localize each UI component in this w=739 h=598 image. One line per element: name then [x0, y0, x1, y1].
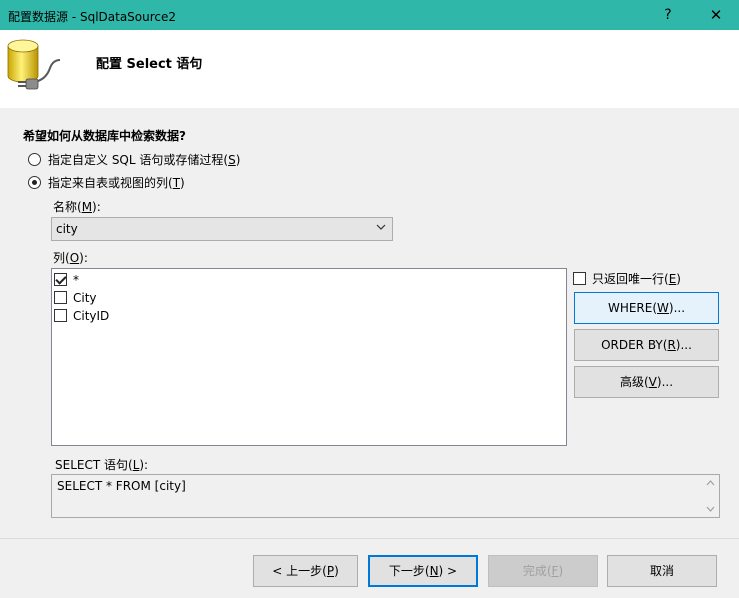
prev-button[interactable]: < 上一步(P)	[253, 555, 358, 587]
cancel-button[interactable]: 取消	[607, 555, 717, 587]
question-label: 希望如何从数据库中检索数据?	[23, 129, 186, 143]
chevron-down-icon	[376, 224, 386, 230]
order-by-button[interactable]: ORDER BY(R)...	[574, 329, 719, 361]
close-button[interactable]: ✕	[694, 0, 738, 30]
table-name-dropdown[interactable]: city	[51, 217, 393, 241]
sql-statement-box[interactable]: SELECT * FROM [city]	[51, 474, 720, 518]
wizard-footer: < 上一步(P) 下一步(N) > 完成(F) 取消	[0, 538, 739, 598]
next-button[interactable]: 下一步(N) >	[368, 555, 478, 587]
finish-button[interactable]: 完成(F)	[488, 555, 598, 587]
list-item[interactable]: CityID	[54, 307, 109, 324]
advanced-button[interactable]: 高级(V)...	[574, 366, 719, 398]
column-checkbox[interactable]	[54, 273, 67, 286]
database-plug-icon	[7, 39, 61, 90]
scroll-up-icon[interactable]	[706, 480, 715, 486]
sql-statement-text: SELECT * FROM [city]	[57, 479, 186, 493]
sql-scrollbar[interactable]	[702, 475, 719, 517]
sql-label: SELECT 语句(L):	[55, 458, 149, 472]
radio-table-columns[interactable]: 指定来自表或视图的列(T)	[28, 173, 185, 191]
unique-rows-checkbox[interactable]	[573, 272, 586, 285]
table-name-value: city	[56, 222, 78, 236]
list-item[interactable]: City	[54, 289, 97, 306]
radio-table-columns-label: 指定来自表或视图的列(T)	[48, 175, 185, 190]
column-label: CityID	[73, 308, 110, 323]
title-bar: 配置数据源 - SqlDataSource2 ? ✕	[0, 0, 739, 30]
columns-label: 列(O):	[53, 251, 88, 265]
where-button[interactable]: WHERE(W)...	[574, 292, 719, 324]
radio-custom-sql-label: 指定自定义 SQL 语句或存储过程(S)	[48, 152, 241, 167]
unique-rows-checkbox-row[interactable]: 只返回唯一行(E)	[573, 270, 681, 287]
page-title: 配置 Select 语句	[96, 57, 203, 72]
column-label: City	[73, 290, 97, 305]
columns-list[interactable]: * City CityID	[51, 268, 567, 446]
column-checkbox[interactable]	[54, 309, 67, 322]
name-label: 名称(M):	[53, 200, 101, 214]
wizard-body: 希望如何从数据库中检索数据? 指定自定义 SQL 语句或存储过程(S) 指定来自…	[0, 108, 739, 538]
column-checkbox[interactable]	[54, 291, 67, 304]
help-button[interactable]: ?	[646, 0, 690, 30]
list-item[interactable]: *	[54, 271, 79, 288]
window-title: 配置数据源 - SqlDataSource2	[8, 10, 177, 24]
radio-custom-sql[interactable]: 指定自定义 SQL 语句或存储过程(S)	[28, 150, 240, 168]
radio-table-columns-circle[interactable]	[28, 175, 41, 189]
unique-rows-label: 只返回唯一行(E)	[592, 272, 681, 286]
radio-custom-sql-circle[interactable]	[28, 152, 41, 166]
column-label: *	[73, 272, 79, 287]
wizard-header: 配置 Select 语句	[0, 30, 739, 108]
scroll-down-icon[interactable]	[706, 506, 715, 512]
